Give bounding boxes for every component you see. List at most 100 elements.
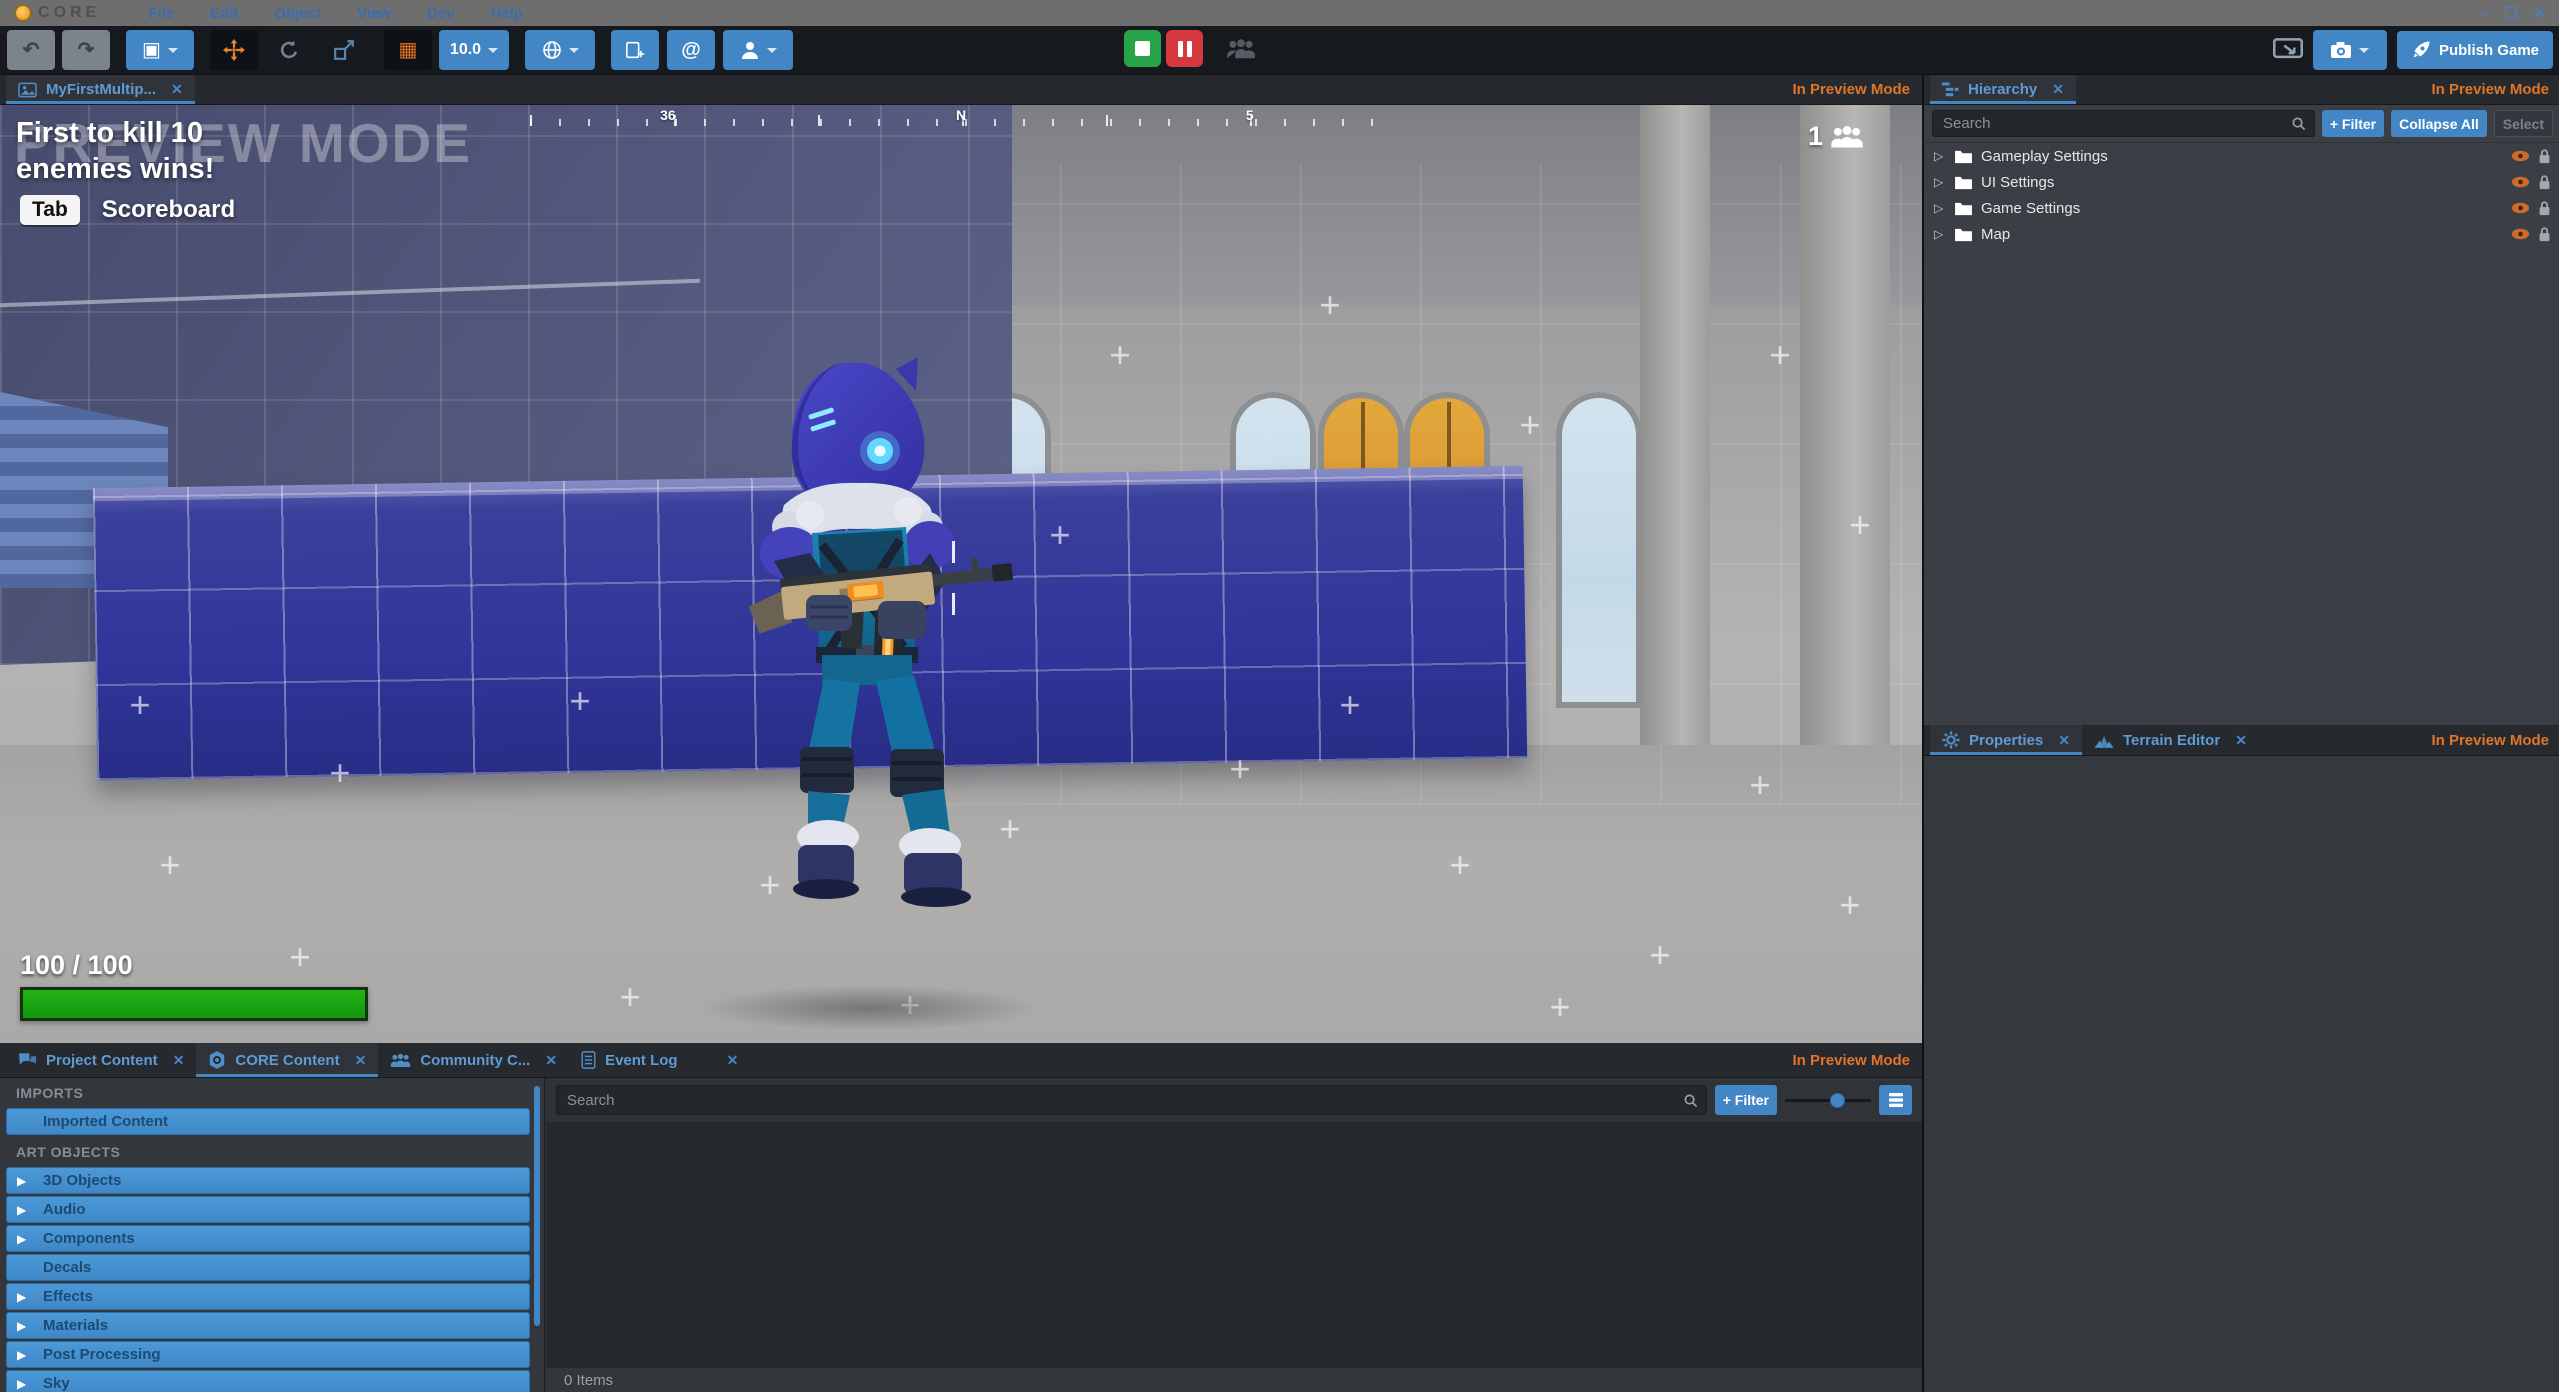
hierarchy-search-row: + Filter Collapse All Select [1924,105,2559,143]
rocket-icon [2413,41,2430,58]
move-tool-button[interactable] [210,30,258,70]
camera-icon [2331,42,2352,58]
visibility-eye-icon[interactable] [2511,228,2530,240]
grid-size-value: 10.0 [449,41,482,58]
grid-snap-button[interactable]: ▦ [384,30,432,70]
expand-icon[interactable]: ▷ [1934,175,1946,189]
lock-icon[interactable] [2538,200,2551,216]
hierarchy-search[interactable] [1932,110,2315,137]
share-screen-icon[interactable] [2272,38,2303,62]
category-decals[interactable]: Decals [6,1254,530,1281]
expand-icon[interactable]: ▷ [1934,149,1946,163]
tab-hierarchy[interactable]: Hierarchy ✕ [1930,75,2076,104]
publish-game-button[interactable]: Publish Game [2396,31,2553,69]
rotate-tool-button[interactable] [265,30,313,70]
tab-event-log[interactable]: Event Log ✕ [569,1043,750,1077]
core-logo[interactable]: CORE [14,4,100,22]
tab-properties[interactable]: Properties ✕ [1930,725,2082,755]
tree-item-label: Map [1981,225,2011,243]
close-tab-icon[interactable]: ✕ [545,1052,557,1069]
grid-snap-icon: ▦ [398,39,418,61]
selection-mode-icon: ▣ [142,39,161,61]
menu-help[interactable]: Help [477,3,538,24]
tree-row-map[interactable]: ▷ Map [1924,221,2559,247]
lock-icon[interactable] [2538,148,2551,164]
category-3d-objects[interactable]: ▶ 3D Objects [6,1167,530,1194]
menu-object[interactable]: Object [260,3,335,24]
category-scrollbar[interactable] [534,1086,540,1326]
category-label: Post Processing [43,1346,161,1363]
hierarchy-filter-button[interactable]: + Filter [2321,110,2385,137]
chevron-down-icon [766,47,777,58]
restore-icon[interactable]: ❐ [2505,5,2518,22]
list-view-icon [1888,1093,1903,1107]
event-tool-button[interactable]: @ [667,30,715,70]
category-materials[interactable]: ▶ Materials [6,1312,530,1339]
expand-icon[interactable]: ▷ [1934,227,1946,241]
tree-row-gameplay-settings[interactable]: ▷ Gameplay Settings [1924,143,2559,169]
preview-mode-label: In Preview Mode [1792,1051,1910,1069]
menu-edit[interactable]: Edit [196,3,252,24]
scale-icon [334,40,354,60]
menu-file[interactable]: File [134,3,188,24]
stop-button[interactable] [1124,30,1161,67]
tab-core-content[interactable]: CORE Content ✕ [196,1043,379,1077]
visibility-eye-icon[interactable] [2511,150,2530,162]
category-components[interactable]: ▶ Components [6,1225,530,1252]
tree-row-ui-settings[interactable]: ▷ UI Settings [1924,169,2559,195]
core-content-tab-label: CORE Content [235,1051,340,1069]
expand-icon[interactable]: ▷ [1934,201,1946,215]
redo-button[interactable]: ↷ [62,30,110,70]
category-audio[interactable]: ▶ Audio [6,1196,530,1223]
close-tab-icon[interactable]: ✕ [727,1052,739,1069]
pause-button[interactable] [1166,30,1203,67]
close-tab-icon[interactable]: ✕ [2235,732,2247,749]
world-mode-dropdown[interactable] [525,30,595,70]
close-tab-icon[interactable]: ✕ [173,1052,185,1069]
selection-mode-button[interactable]: ▣ [126,30,194,70]
menu-view[interactable]: View [343,3,405,24]
tab-scene[interactable]: MyFirstMultip... ✕ [6,75,195,104]
new-script-button[interactable] [611,30,659,70]
close-tab-icon[interactable]: ✕ [2052,81,2064,98]
browser-search[interactable] [556,1085,1707,1115]
browser-search-input[interactable] [565,1090,1683,1110]
minimize-icon[interactable]: – [2481,5,2489,22]
tab-community-content[interactable]: Community C... ✕ [378,1043,569,1077]
capture-dropdown[interactable] [2312,30,2387,70]
category-sky[interactable]: ▶ Sky [6,1370,530,1392]
tab-terrain-editor[interactable]: Terrain Editor ✕ [2082,725,2259,755]
undo-button[interactable]: ↶ [7,30,55,70]
tree-row-game-settings[interactable]: ▷ Game Settings [1924,195,2559,221]
category-effects[interactable]: ▶ Effects [6,1283,530,1310]
category-imported-content[interactable]: Imported Content [6,1108,530,1135]
player-settings-dropdown[interactable] [723,30,793,70]
lock-icon[interactable] [2538,226,2551,242]
hierarchy-search-input[interactable] [1941,114,2291,133]
lock-icon[interactable] [2538,174,2551,190]
tab-project-content[interactable]: Project Content ✕ [6,1043,196,1077]
menu-dev[interactable]: Dev [413,3,469,24]
chevron-down-icon [488,47,499,58]
browser-results-area[interactable] [546,1122,1922,1368]
browser-filter-button[interactable]: + Filter [1714,1085,1777,1115]
category-label: Components [43,1230,135,1247]
viewport-3d[interactable]: 36 N 5 PREVIEW MODE First to kill 10 ene… [0,105,1922,1043]
close-tab-icon[interactable]: ✕ [171,81,183,98]
view-mode-button[interactable] [1879,1085,1912,1115]
chat-bubbles-icon [18,1053,37,1065]
thumbnail-size-slider[interactable] [1785,1085,1871,1115]
grid-size-dropdown[interactable]: 10.0 [439,30,509,70]
visibility-eye-icon[interactable] [2511,176,2530,188]
close-tab-icon[interactable]: ✕ [2058,732,2070,749]
multiplayer-preview-icon[interactable] [1226,37,1256,61]
visibility-eye-icon[interactable] [2511,202,2530,214]
expand-arrow-icon: ▶ [17,1173,27,1188]
slider-thumb[interactable] [1829,1093,1845,1108]
scale-tool-button[interactable] [320,30,368,70]
select-button[interactable]: Select [2493,110,2553,137]
close-icon[interactable]: ✕ [2533,5,2545,22]
category-post-processing[interactable]: ▶ Post Processing [6,1341,530,1368]
close-tab-icon[interactable]: ✕ [355,1052,367,1069]
collapse-all-button[interactable]: Collapse All [2391,110,2487,137]
